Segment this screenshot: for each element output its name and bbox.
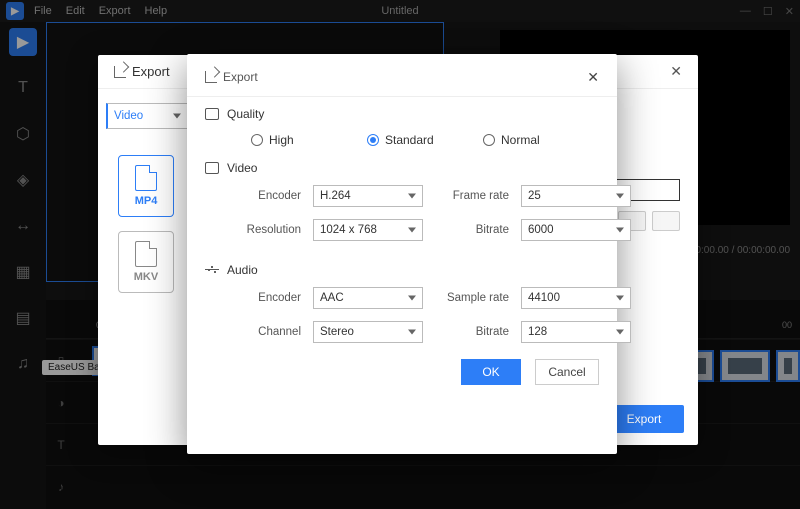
select-frame-rate[interactable]: 25 bbox=[521, 185, 631, 207]
export-back-tabs: Video MP4 MKV bbox=[98, 89, 188, 445]
label-channel: Channel bbox=[231, 326, 303, 338]
cancel-button[interactable]: Cancel bbox=[535, 359, 599, 385]
tool-overlay[interactable]: ◈ bbox=[9, 166, 37, 194]
format-mkv[interactable]: MKV bbox=[118, 231, 174, 293]
quality-options: High Standard Normal bbox=[205, 131, 599, 153]
section-quality-label: Quality bbox=[227, 107, 264, 121]
track-icon-audio: ♪ bbox=[46, 480, 76, 494]
menu-file[interactable]: File bbox=[34, 5, 52, 17]
label-audio-encoder: Encoder bbox=[231, 292, 303, 304]
track-icon-overlay: ◑ bbox=[46, 396, 76, 410]
select-video-encoder[interactable]: H.264 bbox=[313, 185, 423, 207]
label-resolution: Resolution bbox=[231, 224, 303, 236]
export-front-header: Export ✕ bbox=[205, 66, 599, 88]
label-audio-bitrate: Bitrate bbox=[433, 326, 511, 338]
film-icon bbox=[205, 162, 219, 174]
minimize-icon[interactable]: — bbox=[740, 5, 751, 18]
select-video-bitrate[interactable]: 6000 bbox=[521, 219, 631, 241]
tool-effects[interactable]: ⬡ bbox=[9, 120, 37, 148]
export-front-title: Export bbox=[223, 70, 258, 84]
tool-filter[interactable]: ▤ bbox=[9, 304, 37, 332]
export-icon bbox=[114, 66, 126, 78]
export-dialog-front: Export ✕ Quality High Standard Normal Vi… bbox=[187, 54, 617, 454]
label-sample-rate: Sample rate bbox=[433, 292, 511, 304]
select-channel[interactable]: Stereo bbox=[313, 321, 423, 343]
waveform-icon bbox=[205, 264, 219, 276]
video-settings-grid: Encoder H.264 Frame rate 25 Resolution 1… bbox=[205, 185, 599, 241]
file-icon bbox=[135, 165, 157, 191]
select-resolution[interactable]: 1024 x 768 bbox=[313, 219, 423, 241]
menu-edit[interactable]: Edit bbox=[66, 5, 85, 17]
tool-sidebar: ▶ T ⬡ ◈ ↔ ▦ ▤ ♫ bbox=[0, 22, 46, 509]
tool-media[interactable]: ▶ bbox=[9, 28, 37, 56]
radio-icon bbox=[251, 134, 263, 146]
radio-icon bbox=[367, 134, 379, 146]
label-frame-rate: Frame rate bbox=[433, 190, 511, 202]
timeline-thumb[interactable] bbox=[776, 350, 800, 382]
dialog-footer: OK Cancel bbox=[205, 359, 599, 385]
tool-element[interactable]: ▦ bbox=[9, 258, 37, 286]
main-menu: File Edit Export Help bbox=[34, 5, 167, 17]
section-quality: Quality bbox=[205, 107, 599, 121]
section-video: Video bbox=[205, 161, 599, 175]
section-audio-label: Audio bbox=[227, 263, 258, 277]
label-video-bitrate: Bitrate bbox=[433, 224, 511, 236]
quality-standard[interactable]: Standard bbox=[367, 133, 483, 147]
tool-text[interactable]: T bbox=[9, 74, 37, 102]
radio-icon bbox=[483, 134, 495, 146]
audio-track[interactable]: ♪ bbox=[46, 465, 800, 507]
file-icon bbox=[135, 241, 157, 267]
close-icon[interactable]: ✕ bbox=[785, 5, 794, 18]
quality-high[interactable]: High bbox=[251, 133, 367, 147]
format-mp4[interactable]: MP4 bbox=[118, 155, 174, 217]
maximize-icon[interactable]: ☐ bbox=[763, 5, 773, 18]
mini-button[interactable] bbox=[652, 211, 680, 231]
quality-normal[interactable]: Normal bbox=[483, 133, 599, 147]
tab-video[interactable]: Video bbox=[106, 103, 188, 129]
menu-export[interactable]: Export bbox=[99, 5, 131, 17]
select-sample-rate[interactable]: 44100 bbox=[521, 287, 631, 309]
label-video-encoder: Encoder bbox=[231, 190, 303, 202]
close-icon[interactable]: ✕ bbox=[670, 63, 682, 80]
export-back-title: Export bbox=[132, 64, 170, 79]
select-audio-encoder[interactable]: AAC bbox=[313, 287, 423, 309]
close-icon[interactable]: ✕ bbox=[587, 69, 599, 86]
monitor-icon bbox=[205, 108, 219, 120]
export-icon bbox=[205, 71, 217, 83]
select-audio-bitrate[interactable]: 128 bbox=[521, 321, 631, 343]
titlebar: ▶ File Edit Export Help Untitled — ☐ ✕ bbox=[0, 0, 800, 22]
section-audio: Audio bbox=[205, 263, 599, 277]
window-controls: — ☐ ✕ bbox=[740, 5, 794, 18]
ok-button[interactable]: OK bbox=[461, 359, 521, 385]
menu-help[interactable]: Help bbox=[145, 5, 168, 17]
tool-music[interactable]: ♫ bbox=[9, 350, 37, 378]
track-icon-text: T bbox=[46, 438, 76, 452]
timeline-end-mark: 00 bbox=[782, 320, 792, 330]
timeline-thumb[interactable] bbox=[720, 350, 770, 382]
tool-transition[interactable]: ↔ bbox=[9, 212, 37, 240]
app-logo: ▶ bbox=[6, 2, 24, 20]
audio-settings-grid: Encoder AAC Sample rate 44100 Channel St… bbox=[205, 287, 599, 343]
section-video-label: Video bbox=[227, 161, 257, 175]
